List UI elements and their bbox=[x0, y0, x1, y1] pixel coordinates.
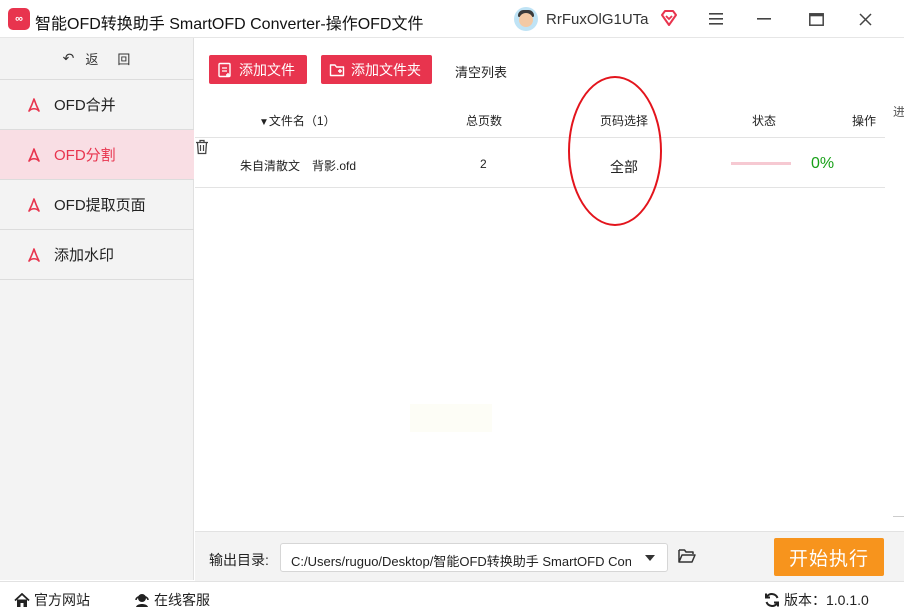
sidebar: ↶ 返 回 OFD合并 OFD分割 OFD提取页面 添加水印 bbox=[0, 38, 194, 580]
output-dir-label: 输出目录: bbox=[209, 552, 269, 568]
progress-bar bbox=[731, 162, 791, 165]
column-header-name-label: 文件名（1） bbox=[268, 114, 336, 128]
column-header-name[interactable]: ▼文件名（1） bbox=[259, 112, 336, 129]
output-dir-select[interactable]: C:/Users/ruguo/Desktop/智能OFD转换助手 SmartOF… bbox=[280, 543, 668, 572]
acrobat-icon bbox=[28, 247, 40, 262]
column-header-status: 状态 bbox=[752, 114, 777, 128]
window-title: 智能OFD转换助手 SmartOFD Converter-操作OFD文件 bbox=[35, 16, 424, 33]
maximize-icon[interactable] bbox=[801, 4, 831, 34]
home-icon bbox=[14, 592, 30, 607]
acrobat-icon bbox=[28, 97, 40, 112]
online-service-label: 在线客服 bbox=[154, 592, 210, 608]
sidebar-item-ofd-extract-pages[interactable]: OFD提取页面 bbox=[0, 180, 194, 230]
footer: 官方网站 在线客服 版本：1.0.1.0 bbox=[0, 581, 904, 611]
official-site-link[interactable]: 官方网站 bbox=[14, 590, 90, 610]
sidebar-item-ofd-merge[interactable]: OFD合并 bbox=[0, 80, 194, 130]
clipped-edge-text: 进 bbox=[893, 105, 904, 119]
acrobat-icon bbox=[28, 197, 40, 212]
back-button[interactable]: ↶ 返 回 bbox=[0, 38, 194, 80]
chevron-down-icon bbox=[645, 555, 655, 561]
trash-icon[interactable] bbox=[195, 139, 209, 155]
official-site-label: 官方网站 bbox=[34, 592, 90, 608]
add-folder-label: 添加文件夹 bbox=[351, 61, 421, 78]
add-file-label: 添加文件 bbox=[239, 61, 295, 78]
folder-open-icon[interactable] bbox=[678, 548, 696, 564]
sidebar-item-label: 添加水印 bbox=[54, 247, 115, 264]
title-bar: ∞ 智能OFD转换助手 SmartOFD Converter-操作OFD文件 R… bbox=[0, 0, 904, 38]
add-file-button[interactable]: 添加文件 bbox=[209, 55, 307, 84]
table-header: ▼文件名（1） 总页数 页码选择 状态 操作 bbox=[195, 100, 885, 138]
column-header-pages: 总页数 bbox=[466, 114, 503, 128]
output-bar: 输出目录: C:/Users/ruguo/Desktop/智能OFD转换助手 S… bbox=[195, 531, 904, 581]
column-header-operation: 操作 bbox=[852, 114, 877, 128]
sidebar-item-label: OFD提取页面 bbox=[54, 197, 146, 214]
online-service-link[interactable]: 在线客服 bbox=[134, 590, 210, 610]
version-label: 版本：1.0.1.0 bbox=[784, 592, 869, 608]
menu-icon[interactable] bbox=[701, 4, 731, 34]
app-logo: ∞ bbox=[8, 8, 30, 30]
output-dir-value: C:/Users/ruguo/Desktop/智能OFD转换助手 SmartOF… bbox=[291, 554, 631, 569]
refresh-icon bbox=[765, 593, 779, 607]
back-label-1: 返 bbox=[85, 52, 100, 67]
faint-placeholder bbox=[410, 404, 492, 432]
sidebar-item-add-watermark[interactable]: 添加水印 bbox=[0, 230, 194, 280]
add-file-icon bbox=[218, 62, 231, 77]
sort-down-icon: ▼ bbox=[259, 117, 269, 128]
version-info[interactable]: 版本：1.0.1.0 bbox=[764, 590, 869, 610]
user-name[interactable]: RrFuxOlG1UTa bbox=[546, 11, 649, 28]
user-avatar[interactable] bbox=[514, 7, 538, 31]
add-folder-button[interactable]: 添加文件夹 bbox=[321, 55, 432, 84]
progress-percent: 0% bbox=[811, 155, 835, 172]
start-button[interactable]: 开始执行 bbox=[774, 538, 884, 576]
table-row[interactable]: 朱自清散文 背影.ofd 2 全部 0% bbox=[195, 139, 885, 188]
edge-divider bbox=[893, 516, 904, 517]
total-pages-cell: 2 bbox=[480, 157, 487, 171]
vip-diamond-icon[interactable] bbox=[660, 9, 678, 27]
file-name-cell: 朱自清散文 背影.ofd bbox=[240, 159, 357, 173]
annotation-circle bbox=[568, 76, 662, 226]
acrobat-icon bbox=[28, 147, 40, 162]
back-arrow-icon: ↶ bbox=[62, 50, 76, 66]
clear-list-button[interactable]: 清空列表 bbox=[455, 62, 507, 81]
back-label-2: 回 bbox=[117, 52, 132, 67]
minimize-icon[interactable] bbox=[749, 4, 779, 34]
sidebar-item-ofd-split[interactable]: OFD分割 bbox=[0, 130, 194, 180]
sidebar-item-label: OFD分割 bbox=[54, 147, 116, 164]
headset-icon bbox=[135, 594, 149, 607]
sidebar-item-label: OFD合并 bbox=[54, 97, 116, 114]
close-icon[interactable] bbox=[850, 4, 880, 34]
avatar-face bbox=[519, 13, 533, 27]
add-folder-icon bbox=[329, 63, 345, 76]
